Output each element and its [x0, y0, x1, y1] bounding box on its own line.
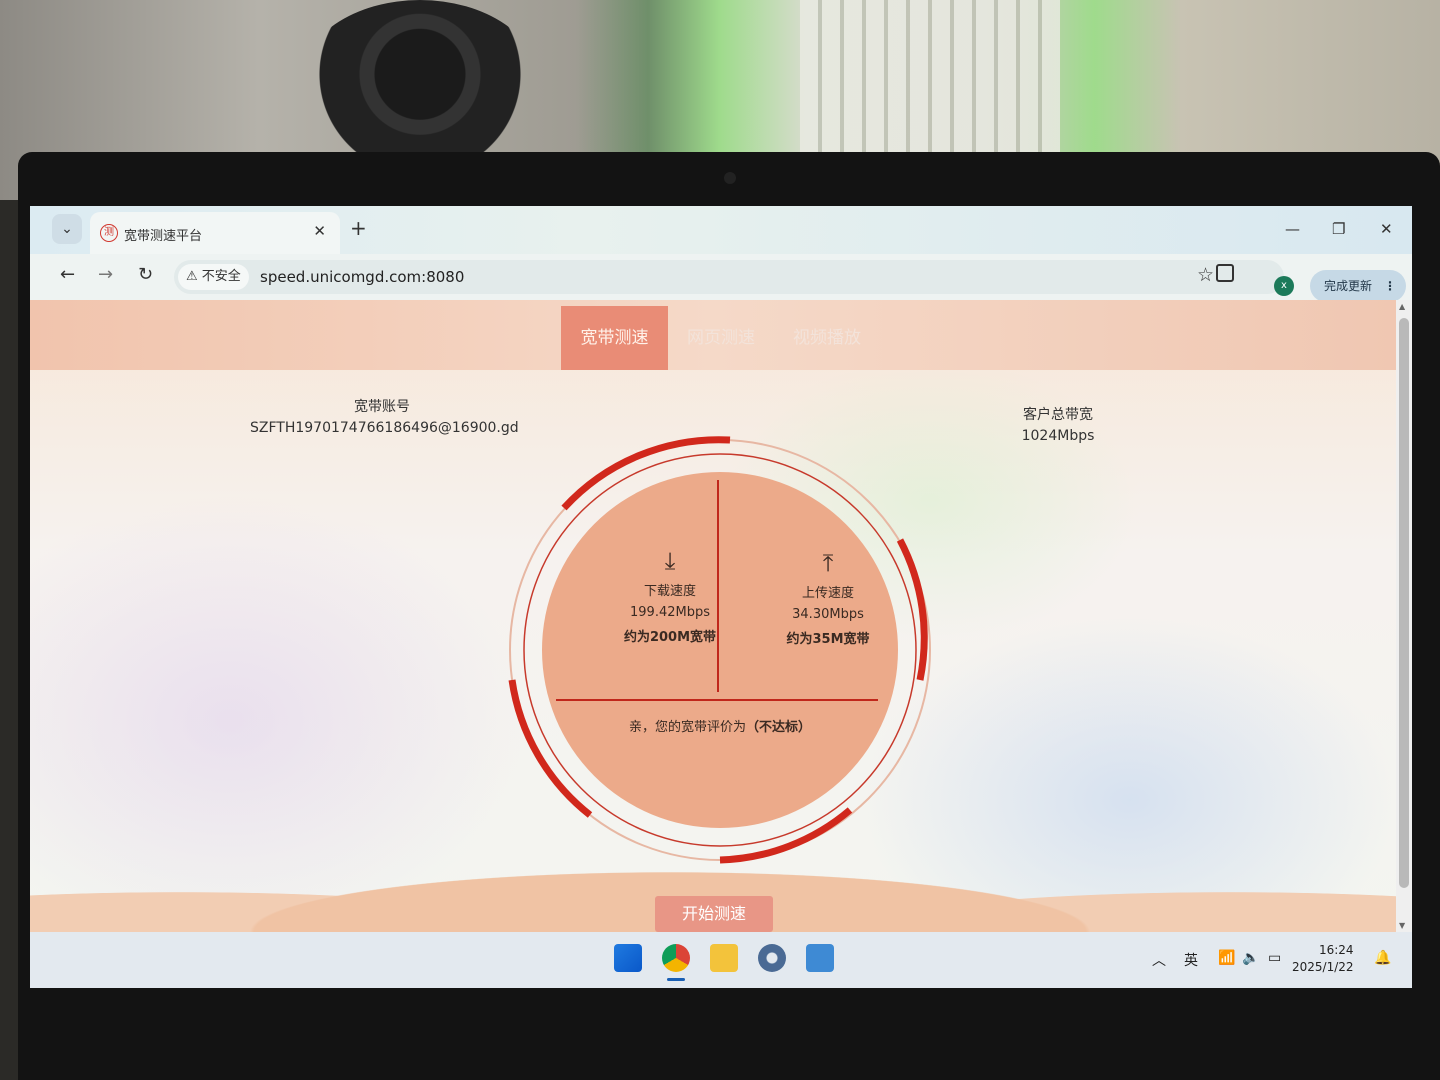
download-approx: 约为200M宽带: [623, 630, 717, 645]
update-button[interactable]: 完成更新 ⋮: [1310, 270, 1406, 302]
account-info: 宽带账号 SZFTH1970174766186496@16900.gd: [250, 396, 519, 436]
laptop-screen: ⌄ 测 宽带测速平台 ✕ + — ❐ ✕ ← → ↻ ⚠ 不安全 speed.u…: [30, 206, 1412, 988]
ime-indicator[interactable]: 英: [1184, 950, 1198, 970]
settings-gear-icon[interactable]: [758, 944, 786, 972]
upload-readout: ⤒ 上传速度 34.30Mbps 约为35M宽带: [748, 550, 908, 647]
chrome-icon[interactable]: [662, 944, 690, 972]
new-tab-button[interactable]: +: [350, 218, 367, 238]
upload-label: 上传速度: [801, 586, 854, 601]
bandwidth-label: 客户总带宽: [1023, 407, 1093, 423]
download-label: 下载速度: [643, 584, 696, 599]
windows-start-icon[interactable]: [614, 944, 642, 972]
reload-icon[interactable]: ↻: [138, 264, 153, 285]
browser-tab[interactable]: 测 宽带测速平台 ✕: [90, 212, 340, 254]
electric-fan: [300, 0, 540, 165]
remote-desktop-icon[interactable]: [806, 944, 834, 972]
download-value: 199.42Mbps: [630, 605, 710, 620]
battery-icon[interactable]: ▭: [1268, 950, 1281, 966]
restore-icon[interactable]: ❐: [1332, 220, 1345, 238]
clock-time: 16:24: [1318, 943, 1354, 957]
scroll-thumb[interactable]: [1399, 318, 1409, 888]
chrome-active-indicator: [667, 978, 685, 981]
wifi-icon[interactable]: 📶: [1218, 950, 1235, 966]
address-bar[interactable]: ⚠ 不安全 speed.unicomgd.com:8080 ☆: [174, 260, 1284, 294]
security-chip[interactable]: ⚠ 不安全: [178, 264, 249, 290]
tab-favicon: 测: [100, 224, 118, 242]
extensions-icon[interactable]: [1216, 264, 1234, 282]
download-readout: ⤓ 下载速度 199.42Mbps 约为200M宽带: [590, 548, 750, 645]
warning-icon: ⚠: [186, 269, 198, 284]
bookmark-star-icon[interactable]: ☆: [1197, 264, 1214, 286]
taskbar-clock[interactable]: 16:24 2025/1/22: [1292, 942, 1354, 976]
forward-icon[interactable]: →: [98, 264, 113, 285]
windows-taskbar: ︿ 英 📶 🔈 ▭ 16:24 2025/1/22 🔔: [30, 932, 1412, 988]
close-tab-icon[interactable]: ✕: [313, 222, 326, 240]
close-window-icon[interactable]: ✕: [1380, 220, 1393, 238]
tab-broadband-speed[interactable]: 宽带测速: [561, 306, 668, 370]
browser-toolbar: ← → ↻ ⚠ 不安全 speed.unicomgd.com:8080 ☆: [30, 254, 1412, 300]
scroll-down-icon[interactable]: ▼: [1399, 921, 1405, 930]
minimize-icon[interactable]: —: [1285, 220, 1300, 238]
speed-gauge: [508, 436, 931, 864]
tab-webpage-speed[interactable]: 网页测速: [668, 306, 774, 370]
tray-overflow-icon[interactable]: ︿: [1152, 950, 1166, 970]
gauge-disc: [542, 472, 898, 828]
evaluation-text: 亲，您的宽带评价为（不达标）: [590, 716, 850, 735]
upload-value: 34.30Mbps: [792, 607, 864, 622]
scroll-up-icon[interactable]: ▲: [1399, 302, 1405, 311]
file-explorer-icon[interactable]: [710, 944, 738, 972]
upload-icon: ⤒: [822, 549, 834, 577]
back-icon[interactable]: ←: [60, 264, 75, 285]
page-scrollbar[interactable]: ▲ ▼: [1396, 300, 1412, 932]
notification-bell-icon[interactable]: 🔔: [1374, 950, 1391, 966]
start-test-button[interactable]: 开始测速: [655, 896, 773, 932]
tab-video-playback[interactable]: 视频播放: [774, 306, 880, 370]
tab-title: 宽带测速平台: [124, 229, 203, 244]
account-label: 宽带账号: [354, 399, 410, 415]
tab-search-button[interactable]: ⌄: [52, 214, 82, 244]
browser-tabbar: ⌄ 测 宽带测速平台 ✕ + — ❐ ✕: [30, 206, 1412, 254]
profile-avatar[interactable]: x: [1274, 276, 1294, 296]
clock-date: 2025/1/22: [1292, 960, 1354, 974]
update-label: 完成更新: [1324, 279, 1373, 293]
webcam: [724, 172, 736, 184]
background-window: [800, 0, 1060, 160]
security-label: 不安全: [201, 269, 241, 284]
upload-approx: 约为35M宽带: [786, 632, 870, 647]
account-value: SZFTH1970174766186496@16900.gd: [250, 420, 519, 436]
evaluation-prefix: 亲，您的宽带评价为: [628, 720, 746, 735]
url-text[interactable]: speed.unicomgd.com:8080: [260, 268, 464, 286]
bandwidth-value: 1024Mbps: [1021, 428, 1095, 444]
bandwidth-info: 客户总带宽 1024Mbps: [980, 404, 1136, 444]
page-nav: 宽带测速 网页测速 视频播放: [30, 300, 1396, 370]
evaluation-result: （不达标）: [746, 720, 812, 735]
more-menu-icon[interactable]: ⋮: [1384, 270, 1396, 302]
download-icon: ⤓: [664, 547, 676, 575]
volume-icon[interactable]: 🔈: [1242, 950, 1259, 966]
speedtest-page: 宽带测速 网页测速 视频播放 宽带账号 SZFTH197017476618649…: [30, 300, 1396, 932]
